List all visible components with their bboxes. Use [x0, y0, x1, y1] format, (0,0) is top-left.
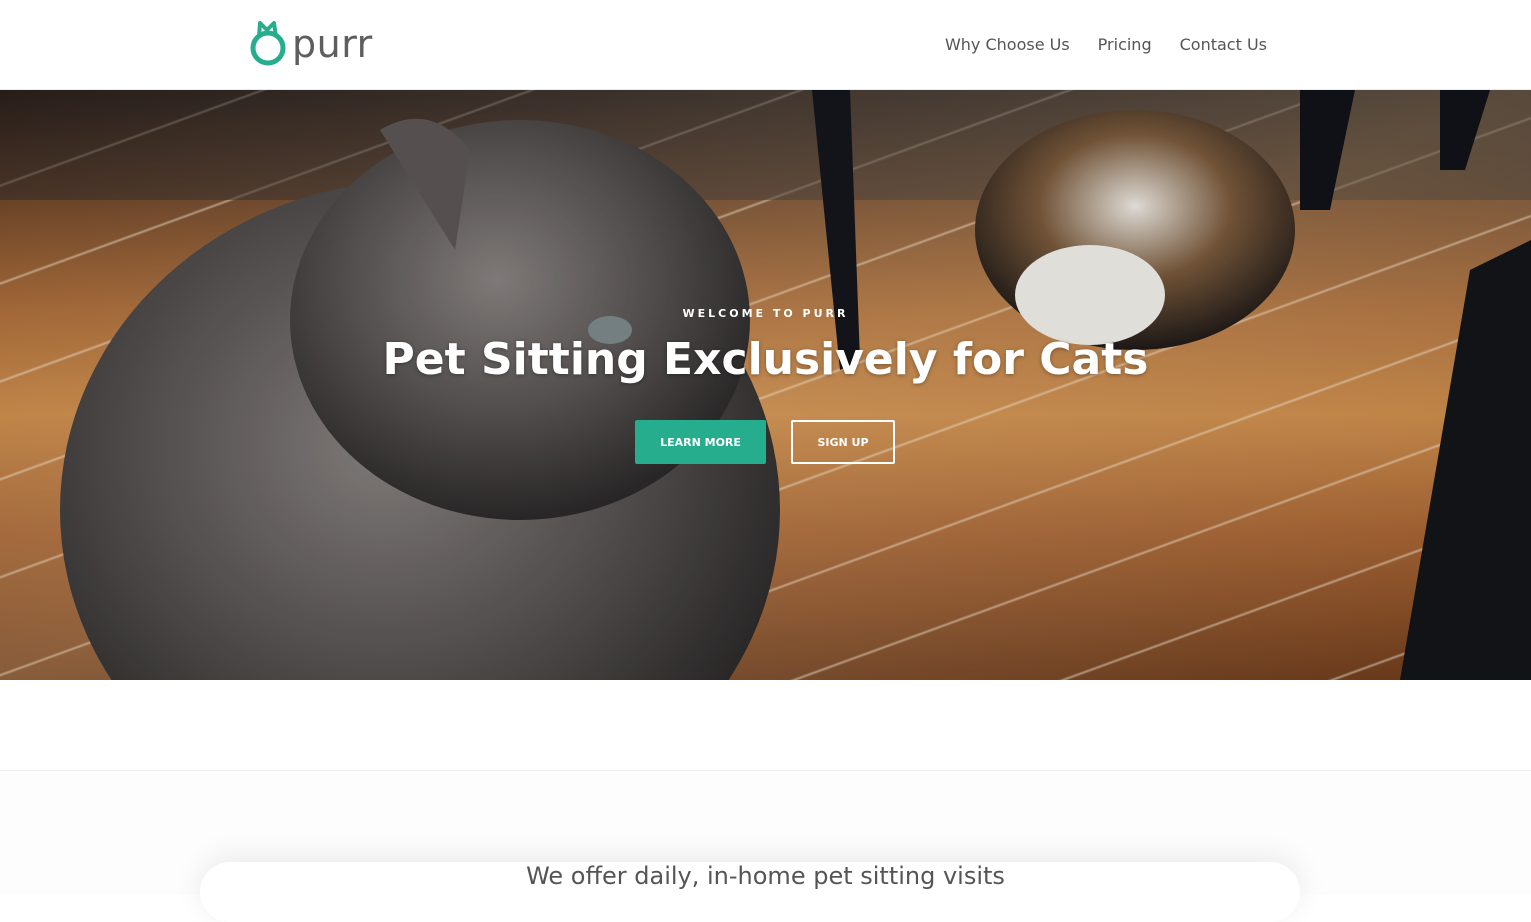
hero-eyebrow: WELCOME TO PURR	[682, 307, 849, 320]
nav-why-choose-us[interactable]: Why Choose Us	[945, 34, 1070, 56]
hero-section: WELCOME TO PURR Pet Sitting Exclusively …	[0, 90, 1531, 680]
services-tagline: We offer daily, in-home pet sitting visi…	[526, 862, 1005, 890]
cat-outline-icon	[250, 21, 286, 66]
site-header: purr Why Choose Us Pricing Contact Us	[0, 0, 1531, 90]
nav-contact-us[interactable]: Contact Us	[1180, 34, 1267, 56]
sign-up-button[interactable]: SIGN UP	[791, 420, 895, 464]
logo-text: purr	[292, 22, 373, 66]
hero-headline: Pet Sitting Exclusively for Cats	[382, 334, 1149, 385]
logo-link[interactable]: purr	[248, 16, 373, 70]
main-nav: Why Choose Us Pricing Contact Us	[945, 34, 1267, 56]
learn-more-button[interactable]: LEARN MORE	[635, 420, 766, 464]
nav-pricing[interactable]: Pricing	[1098, 34, 1152, 56]
